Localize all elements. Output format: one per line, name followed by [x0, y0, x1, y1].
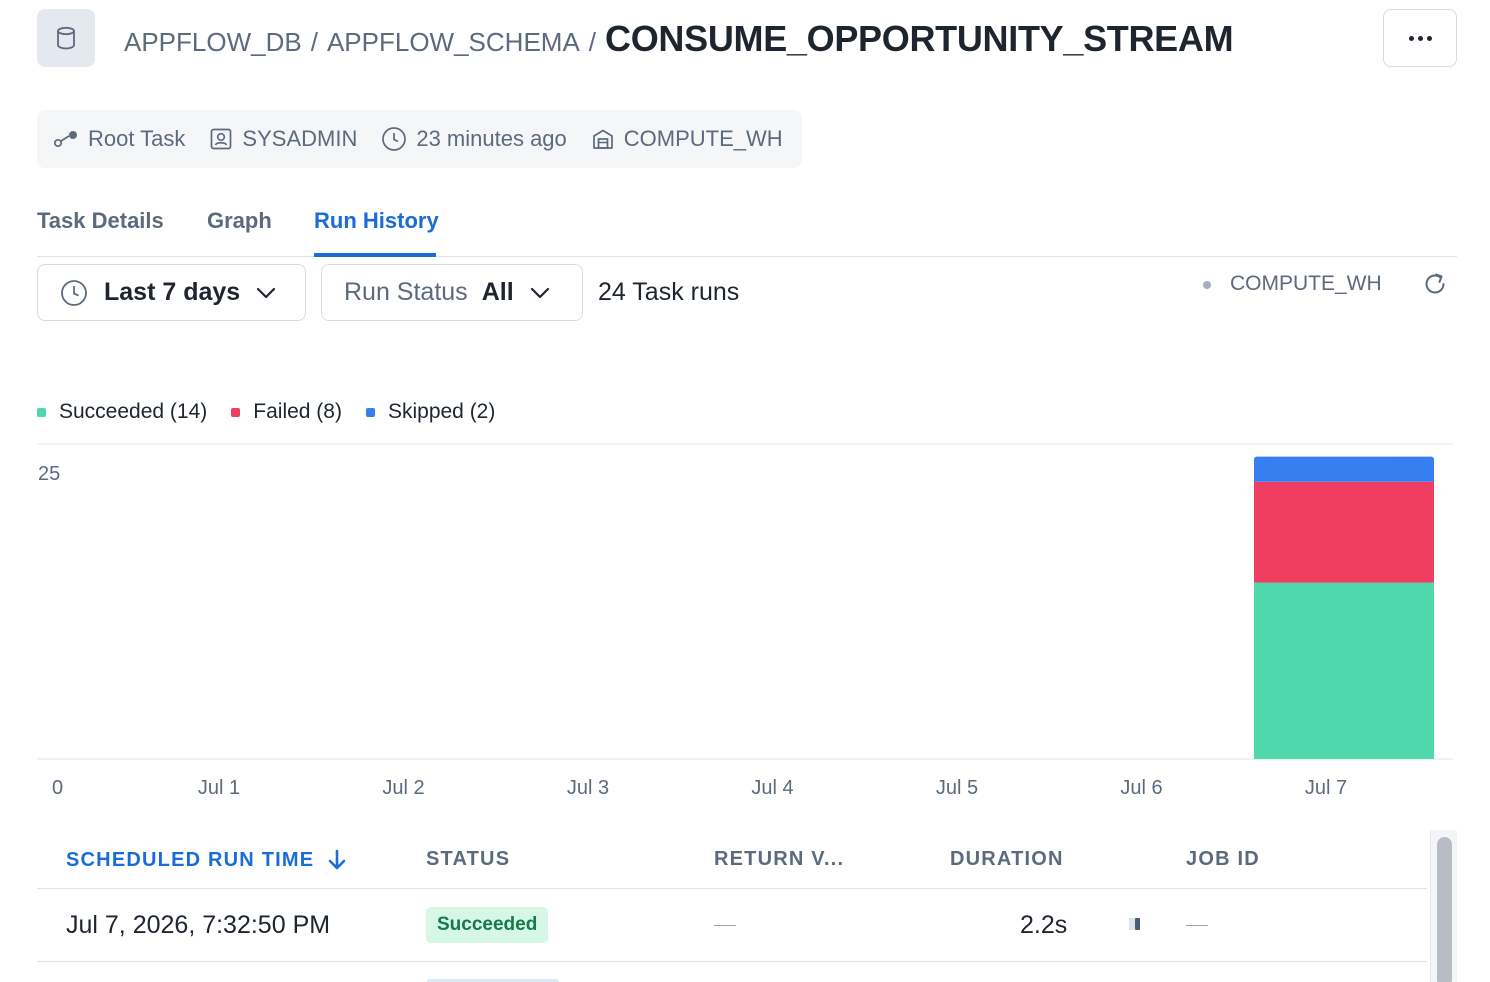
warehouse-selector[interactable]: COMPUTE_WH [1230, 272, 1382, 296]
chevron-down-icon [257, 287, 276, 298]
run-history-chart: 25 0 Jul 1 Jul 2 Jul 3 Jul 4 Jul 5 Jul 6 Jul 7 [37, 443, 1453, 799]
x-tick-label: Jul 2 [382, 777, 424, 799]
scrollbar-thumb[interactable] [1437, 837, 1452, 982]
refresh-icon[interactable] [1422, 271, 1448, 297]
database-icon [57, 26, 75, 50]
legend-item-skipped[interactable]: Skipped (2) [365, 400, 496, 424]
run-history-table: SCHEDULED RUN TIME STATUS RETURN V... DU… [37, 830, 1427, 962]
cell-duration: 2.2s [1020, 911, 1068, 939]
page-title: CONSUME_OPPORTUNITY_STREAM [605, 18, 1234, 59]
breadcrumb: APPFLOW_DB / APPFLOW_SCHEMA / CONSUME_OP… [124, 18, 1234, 59]
table-header: SCHEDULED RUN TIME STATUS RETURN V... DU… [37, 830, 1427, 889]
meta-last-modified-label: 23 minutes ago [416, 126, 567, 151]
active-tab-indicator [314, 253, 436, 257]
clock-icon [382, 127, 407, 151]
meta-task-type-label: Root Task [88, 126, 186, 151]
cell-return-value-empty [714, 925, 736, 926]
chevron-down-icon [530, 287, 549, 298]
tab-bar: Task Details Graph Run History [37, 196, 1457, 257]
legend-item-succeeded[interactable]: Succeeded (14) [37, 400, 207, 424]
run-status-dropdown[interactable]: Run Status All [321, 264, 583, 321]
legend-item-failed[interactable]: Failed (8) [231, 400, 342, 424]
database-icon-box [37, 9, 95, 67]
run-status-label: Run Status [344, 278, 468, 306]
meta-last-modified: 23 minutes ago [381, 126, 567, 152]
legend-swatch [231, 407, 241, 417]
column-header-job-id[interactable]: JOB ID [1186, 848, 1260, 871]
cell-job-id-empty [1186, 925, 1208, 926]
cell-run-time: Jul 7, 2026, 7:32:50 PM [66, 911, 331, 939]
x-tick-label: Jul 6 [1120, 777, 1162, 799]
legend-swatch [37, 407, 46, 417]
time-range-dropdown[interactable]: Last 7 days [37, 264, 306, 321]
table-scrollbar[interactable] [1430, 830, 1457, 982]
bar-segment-failed [1254, 481, 1434, 583]
meta-task-type: Root Task [53, 126, 185, 152]
x-tick-label: Jul 3 [567, 777, 609, 799]
meta-owner-label: SYSADMIN [242, 126, 358, 151]
column-header-label: SCHEDULED RUN TIME [66, 848, 315, 871]
task-meta-bar: Root Task SYSADMIN 23 minutes ago COMPUT… [37, 110, 802, 168]
user-icon [211, 128, 232, 150]
column-header-scheduled-run-time[interactable]: SCHEDULED RUN TIME [66, 848, 348, 872]
breadcrumb-separator: / [310, 27, 318, 57]
warehouse-icon [592, 129, 613, 149]
legend-label: Skipped (2) [387, 400, 496, 423]
duration-bar [1135, 918, 1140, 930]
meta-warehouse-label: COMPUTE_WH [623, 126, 783, 151]
breadcrumb-database[interactable]: APPFLOW_DB [124, 27, 302, 58]
run-status-value: All [481, 278, 514, 306]
chart-legend: Succeeded (14) Failed (8) Skipped (2) [37, 400, 519, 424]
run-count: 24 Task runs [598, 278, 740, 306]
tab-task-details[interactable]: Task Details [37, 208, 164, 234]
y-tick-label: 0 [52, 777, 63, 799]
bar-segment-skipped [1254, 456, 1434, 482]
bar-segment-succeeded [1254, 582, 1434, 759]
root-task-icon [53, 131, 77, 148]
tab-run-history[interactable]: Run History [314, 208, 439, 234]
breadcrumb-schema[interactable]: APPFLOW_SCHEMA [327, 27, 580, 58]
x-tick-label: Jul 7 [1305, 777, 1347, 799]
status-badge: Succeeded [426, 907, 549, 943]
legend-swatch [365, 407, 375, 417]
table-row[interactable]: Jul 7, 2026, 7:32:50 PM Succeeded 2.2s [37, 889, 1427, 962]
x-tick-label: Jul 5 [936, 777, 978, 799]
tab-graph[interactable]: Graph [207, 208, 272, 234]
legend-label: Failed (8) [253, 400, 342, 423]
ellipsis-icon [1408, 35, 1414, 41]
y-tick-label: 25 [38, 463, 60, 485]
meta-warehouse: COMPUTE_WH [591, 126, 783, 152]
sort-descending-icon [328, 849, 346, 870]
x-tick-label: Jul 1 [198, 777, 240, 799]
legend-label: Succeeded (14) [59, 400, 208, 423]
x-tick-label: Jul 4 [751, 777, 793, 799]
time-range-value: Last 7 days [104, 278, 241, 306]
column-header-status[interactable]: STATUS [426, 848, 510, 871]
column-header-duration[interactable]: DURATION [950, 848, 1064, 871]
warehouse-status-dot [1203, 281, 1211, 289]
more-actions-button[interactable] [1383, 9, 1457, 67]
meta-owner: SYSADMIN [209, 126, 357, 152]
breadcrumb-separator: / [588, 27, 597, 57]
clock-icon [61, 279, 87, 306]
column-header-return-value[interactable]: RETURN V... [714, 848, 844, 871]
